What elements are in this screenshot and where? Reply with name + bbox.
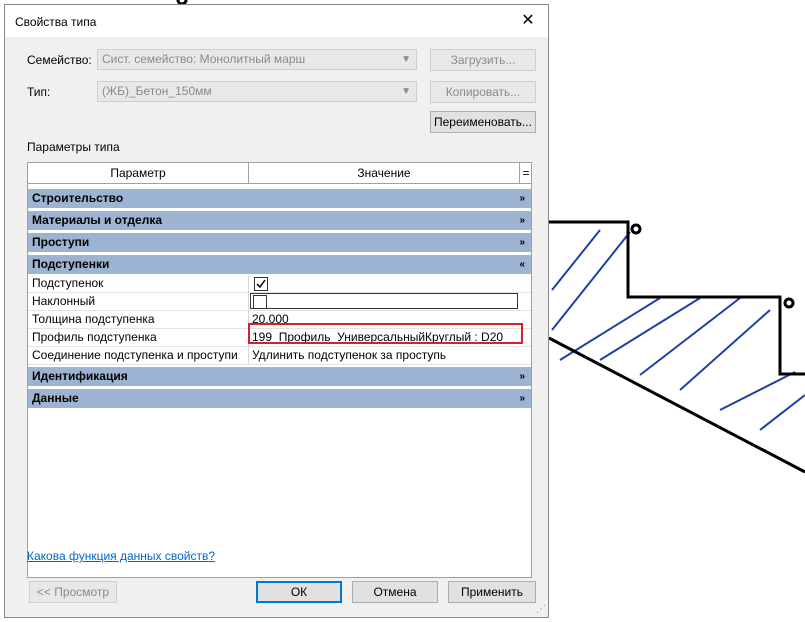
column-header-value[interactable]: Значение [249, 163, 519, 183]
riser-checkbox[interactable] [254, 277, 268, 291]
expand-icon: » [519, 215, 525, 226]
chevron-down-icon: ▼ [401, 54, 411, 65]
help-link[interactable]: Какова функция данных свойств? [27, 549, 215, 563]
family-value: Сист. семейство: Монолитный марш [102, 52, 306, 66]
preview-button[interactable]: << Просмотр [29, 581, 117, 603]
table-header: Параметр Значение = [28, 163, 531, 184]
close-icon[interactable]: ✕ [508, 5, 548, 37]
param-name: Соединение подступенка и проступи [32, 348, 238, 362]
type-properties-dialog: Свойства типа ✕ Семейство: Сист. семейст… [4, 4, 549, 618]
family-select[interactable]: Сист. семейство: Монолитный марш ▼ [97, 49, 417, 70]
param-name: Профиль подступенка [32, 330, 157, 344]
type-select[interactable]: (ЖБ)_Бетон_150мм ▼ [97, 81, 417, 102]
group-label: Проступи [32, 235, 90, 249]
group-data[interactable]: Данные » [28, 389, 531, 408]
params-title: Параметры типа [27, 140, 120, 154]
table-row: Подступенок [28, 275, 531, 293]
ok-button[interactable]: ОК [256, 581, 342, 603]
param-name: Наклонный [32, 294, 96, 308]
column-header-parameter[interactable]: Параметр [28, 163, 248, 183]
param-name: Толщина подступенка [32, 312, 155, 326]
copy-button[interactable]: Копировать... [430, 81, 536, 103]
slanted-value-cell[interactable] [250, 293, 518, 309]
group-label: Подступенки [32, 257, 110, 271]
slanted-checkbox[interactable] [253, 295, 267, 309]
type-label: Тип: [27, 85, 51, 99]
checkmark-icon [256, 279, 266, 289]
rename-button[interactable]: Переименовать... [430, 111, 536, 133]
group-identity[interactable]: Идентификация » [28, 367, 531, 386]
riser-connection-value[interactable]: Удлинить подступенок за проступь [252, 347, 446, 364]
expand-icon: » [519, 193, 525, 204]
formula-button[interactable]: = [520, 163, 531, 183]
group-construction[interactable]: Строительство » [28, 189, 531, 208]
family-label: Семейство: [27, 53, 92, 67]
collapse-icon: « [519, 259, 525, 270]
param-name: Подступенок [32, 276, 104, 290]
window-title: Свойства типа [15, 15, 97, 29]
expand-icon: » [519, 371, 525, 382]
table-row: Наклонный [28, 293, 531, 311]
group-risers[interactable]: Подступенки « [28, 255, 531, 274]
chevron-down-icon: ▼ [401, 86, 411, 97]
title-bar: Свойства типа ✕ [5, 5, 548, 37]
column-divider [248, 275, 249, 293]
type-parameters-table: Параметр Значение = Строительство » Мате… [27, 162, 532, 578]
apply-button[interactable]: Применить [448, 581, 536, 603]
resize-grip-icon[interactable]: ⋰ [536, 604, 546, 615]
column-divider [248, 293, 249, 311]
expand-icon: » [519, 393, 525, 404]
group-label: Данные [32, 391, 79, 405]
highlight-frame [248, 323, 523, 344]
group-treads[interactable]: Проступи » [28, 233, 531, 252]
group-label: Строительство [32, 191, 124, 205]
load-button[interactable]: Загрузить... [430, 49, 536, 71]
group-materials[interactable]: Материалы и отделка » [28, 211, 531, 230]
cancel-button[interactable]: Отмена [352, 581, 438, 603]
type-value: (ЖБ)_Бетон_150мм [102, 84, 212, 98]
group-label: Материалы и отделка [32, 213, 163, 227]
expand-icon: » [519, 237, 525, 248]
table-row: Соединение подступенка и проступи Удлини… [28, 347, 531, 365]
column-divider [248, 347, 249, 365]
group-label: Идентификация [32, 369, 128, 383]
